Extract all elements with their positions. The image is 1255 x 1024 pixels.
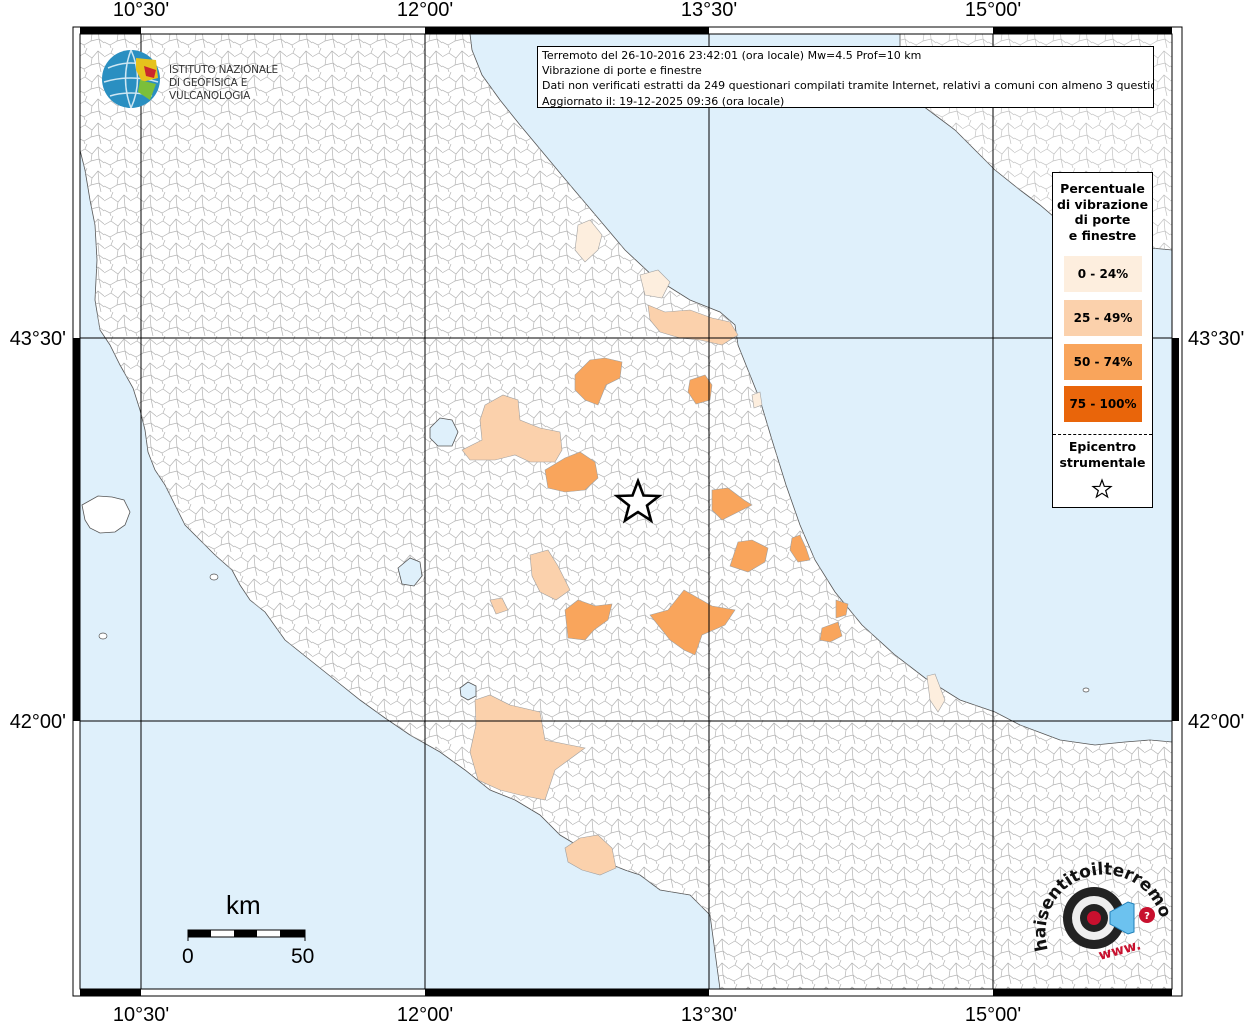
lat-label: 42°00' — [10, 711, 66, 733]
lon-label: 15°00' — [965, 1004, 1021, 1024]
lat-label: 43°30' — [1188, 328, 1244, 350]
logo-line-1: ISTITUTO NAZIONALE — [169, 64, 278, 76]
lon-labels-bottom: 10°30' 12°00' 13°30' 15°00' — [113, 1004, 1021, 1024]
ingv-globe-icon — [102, 49, 160, 109]
legend-title-line: di vibrazione — [1056, 196, 1149, 212]
scale-end: 50 — [291, 945, 315, 968]
legend-epicenter-label: Epicentro strumentale — [1053, 439, 1152, 470]
legend-title: Percentuale di vibrazione di porte e fin… — [1053, 181, 1152, 243]
lon-label: 15°00' — [965, 0, 1021, 21]
event-info-box: Terremoto del 26-10-2016 23:42:01 (ora l… — [537, 46, 1154, 108]
legend-swatch-0-24: 0 - 24% — [1064, 256, 1142, 292]
lon-label: 13°30' — [681, 1004, 737, 1024]
legend-separator — [1053, 434, 1152, 435]
target-speaker-icon: haisentitoilterremoto.it www. ? — [1024, 843, 1175, 964]
lat-label: 43°30' — [10, 328, 66, 350]
logo-line-2: DI GEOFISICA E VULCANOLOGIA — [169, 77, 251, 102]
lon-labels-top: 10°30' 12°00' 13°30' 15°00' — [113, 0, 1021, 21]
legend-star-icon — [1091, 478, 1113, 499]
legend-title-line: Percentuale — [1060, 181, 1145, 196]
data-note: Dati non verificati estratti da 249 ques… — [542, 79, 1154, 93]
scale-bar: km 0 50 — [180, 890, 320, 970]
legend-epicenter-line: strumentale — [1059, 454, 1146, 470]
legend-title-line: e finestre — [1068, 227, 1137, 243]
patch-0-24 — [751, 391, 763, 409]
updated-timestamp: Aggiornato il: 19-12-2025 09:36 (ora loc… — [542, 94, 785, 108]
scale-ruler — [187, 929, 306, 941]
legend-swatch-75-100: 75 - 100% — [1064, 386, 1142, 422]
parameter-name: Vibrazione di porte e finestre — [542, 64, 702, 78]
legend-title-line: di porte — [1074, 212, 1131, 227]
lon-label: 13°30' — [681, 0, 737, 21]
lon-label: 12°00' — [397, 1004, 453, 1024]
svg-text:?: ? — [1144, 911, 1150, 922]
haisentito-badge[interactable]: haisentitoilterremoto.it www. ? — [1024, 843, 1180, 983]
lon-label: 12°00' — [397, 0, 453, 21]
legend-epicenter-line: Epicentro — [1068, 439, 1137, 454]
legend-swatch-25-49: 25 - 49% — [1064, 300, 1142, 336]
lon-label: 10°30' — [113, 0, 169, 21]
ingv-logo: ISTITUTO NAZIONALE DI GEOFISICA E VULCAN… — [100, 48, 310, 110]
scale-unit: km — [226, 890, 261, 920]
scale-start: 0 — [182, 945, 194, 968]
event-title: Terremoto del 26-10-2016 23:42:01 (ora l… — [542, 49, 922, 62]
legend-swatch-50-74: 50 - 74% — [1064, 344, 1142, 380]
lon-label: 10°30' — [113, 1004, 169, 1024]
lat-label: 42°00' — [1188, 711, 1244, 733]
legend: Percentuale di vibrazione di porte e fin… — [1052, 172, 1153, 508]
